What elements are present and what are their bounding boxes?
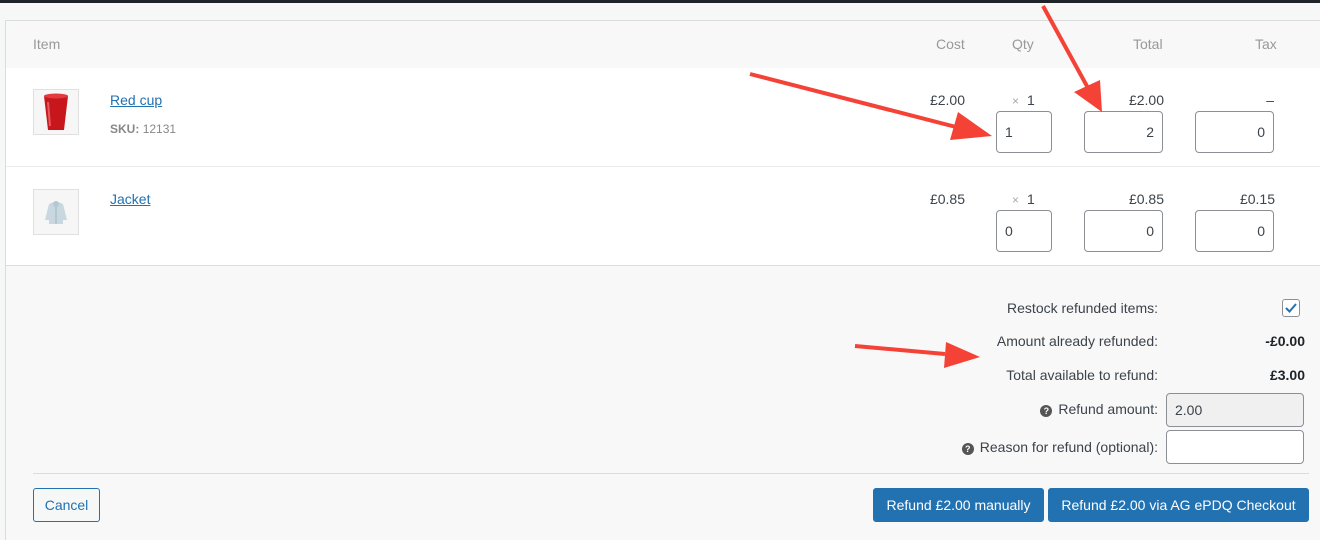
item-total: £2.00 [1128, 92, 1164, 108]
item-total: £0.85 [1128, 191, 1164, 207]
header-tax: Tax [1255, 36, 1277, 52]
sku-label: SKU: [110, 122, 140, 136]
qty-prefix: × [1012, 94, 1020, 108]
refund-tax-input[interactable]: 0 [1195, 111, 1274, 153]
divider [33, 473, 1309, 474]
available-label: Total available to refund: [1006, 367, 1158, 383]
header-total: Total [1133, 36, 1163, 52]
jacket-thumbnail[interactable] [33, 189, 79, 235]
refund-tax-input[interactable]: 0 [1195, 210, 1274, 252]
header-item: Item [33, 36, 61, 52]
refund-amount-input[interactable]: 2.00 [1166, 393, 1304, 427]
already-refunded-label: Amount already refunded: [996, 333, 1158, 349]
refund-total-input[interactable]: 0 [1084, 210, 1163, 252]
refund-gateway-button[interactable]: Refund £2.00 via AG ePDQ Checkout [1048, 488, 1309, 522]
item-cost: £2.00 [929, 92, 965, 108]
refund-total-input[interactable]: 2 [1084, 111, 1163, 153]
sku-value: 12131 [142, 122, 177, 136]
refund-qty-input[interactable]: 1 [996, 111, 1052, 153]
item-qty: × 1 [1012, 191, 1035, 207]
reason-label: Reason for refund (optional): [979, 439, 1158, 455]
reason-input[interactable] [1166, 430, 1304, 464]
restock-checkbox[interactable] [1282, 299, 1300, 317]
refund-manual-button[interactable]: Refund £2.00 manually [873, 488, 1044, 522]
item-tax: £0.15 [1239, 191, 1275, 207]
item-sku: SKU: 12131 [110, 122, 176, 136]
qty-prefix: × [1012, 193, 1020, 207]
item-link-jacket[interactable]: Jacket [110, 191, 150, 207]
top-bar [0, 0, 1320, 3]
red-cup-image [44, 93, 68, 130]
item-qty: × 1 [1012, 92, 1035, 108]
refund-amount-label: Refund amount: [1058, 401, 1158, 417]
header-qty: Qty [1012, 36, 1034, 52]
red-cup-thumbnail[interactable] [33, 89, 79, 135]
qty-value: 1 [1027, 92, 1035, 108]
item-link-red-cup[interactable]: Red cup [110, 92, 162, 108]
item-cost: £0.85 [929, 191, 965, 207]
refund-qty-input[interactable]: 0 [996, 210, 1052, 252]
already-refunded-value: -£0.00 [1265, 333, 1305, 349]
header-cost: Cost [936, 36, 965, 52]
cancel-button[interactable]: Cancel [33, 488, 100, 522]
checkmark-icon [1285, 303, 1297, 313]
help-icon[interactable]: ? [961, 443, 974, 455]
refund-amount-label-wrap: ? Refund amount: [1040, 401, 1158, 417]
available-value: £3.00 [1269, 367, 1305, 383]
jacket-image [45, 201, 67, 224]
item-tax: – [1266, 92, 1274, 108]
restock-label: Restock refunded items: [1007, 300, 1158, 316]
reason-label-wrap: ? Reason for refund (optional): [961, 439, 1158, 455]
help-icon[interactable]: ? [1040, 405, 1053, 417]
qty-value: 1 [1027, 191, 1035, 207]
